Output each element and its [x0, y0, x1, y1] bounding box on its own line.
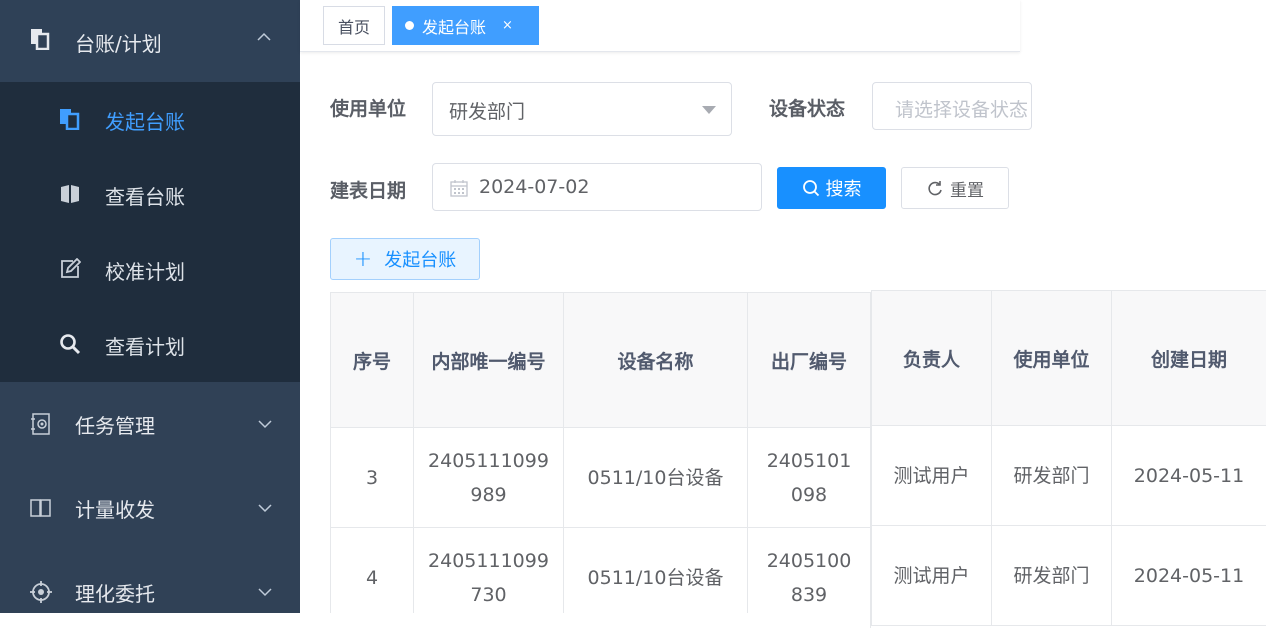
- target-icon: [30, 581, 52, 603]
- sidebar-item-label: 理化委托: [75, 582, 155, 606]
- header-owner: 负责人: [871, 290, 992, 426]
- cell-owner: 测试用户: [871, 425, 992, 526]
- tags-view-bar: 首页 发起台账 ×: [300, 0, 1020, 52]
- submenu: 发起台账 查看台账 校准计划 查看计划: [0, 82, 300, 382]
- cell-unit: 研发部门: [991, 525, 1112, 626]
- status-select-placeholder: 请选择设备状态: [895, 99, 1029, 121]
- cell-owner: 测试用户: [871, 525, 992, 626]
- internal-no-part: 2405111099: [428, 549, 549, 572]
- tag-label: 发起台账: [422, 17, 487, 37]
- caret-down-icon: [702, 106, 716, 114]
- date-value: 2024-07-02: [479, 176, 590, 198]
- tag-start-ledger[interactable]: 发起台账 ×: [392, 6, 539, 45]
- cell-created-date: 2024-05-11: [1111, 525, 1266, 626]
- document-copy-icon: [31, 29, 50, 50]
- sidebar-item-calibration-plan[interactable]: 校准计划: [0, 232, 300, 307]
- open-book-icon: [30, 499, 51, 517]
- factory-no-part: 098: [790, 483, 828, 506]
- factory-no-part: 2405100: [766, 549, 852, 572]
- sidebar-item-label: 查看计划: [105, 335, 185, 359]
- sidebar-item-start-ledger[interactable]: 发起台账: [0, 82, 300, 157]
- add-ledger-label: 发起台账: [384, 250, 457, 271]
- tag-home[interactable]: 首页: [323, 6, 385, 45]
- table-row[interactable]: 测试用户 研发部门 2024-05-11: [871, 425, 1266, 526]
- internal-no-part: 730: [470, 583, 507, 606]
- cell-factory-no: 2405101 098: [747, 427, 871, 528]
- header-seq: 序号: [330, 292, 414, 428]
- task-icon: [31, 413, 50, 435]
- sidebar-item-label: 任务管理: [75, 414, 155, 438]
- table-header-row: 序号 内部唯一编号 设备名称 出厂编号: [330, 292, 871, 428]
- header-created-date: 创建日期: [1111, 290, 1266, 426]
- unit-label: 使用单位: [330, 98, 407, 120]
- calendar-icon: [450, 180, 468, 197]
- close-icon[interactable]: ×: [502, 18, 513, 33]
- book-icon: [61, 185, 79, 203]
- reset-button[interactable]: 重置: [901, 167, 1009, 209]
- unit-select-value: 研发部门: [449, 101, 526, 123]
- sidebar-item-physchem-commission[interactable]: 理化委托: [0, 550, 300, 613]
- ledger-table-left: 序号 内部唯一编号 设备名称 出厂编号 3 2405111099 989 0511…: [330, 292, 871, 628]
- chevron-down-icon: [258, 588, 272, 597]
- sidebar-item-label: 校准计划: [105, 260, 185, 284]
- sidebar-item-view-plan[interactable]: 查看计划: [0, 307, 300, 382]
- search-button[interactable]: 搜索: [777, 167, 886, 209]
- factory-no-part: 839: [790, 583, 828, 606]
- unit-select[interactable]: 研发部门: [432, 82, 732, 136]
- blank-area: [0, 613, 870, 629]
- chevron-down-icon: [258, 420, 272, 429]
- table-row[interactable]: 3 2405111099 989 0511/10台设备 2405101 098: [330, 427, 871, 528]
- active-dot-icon: [405, 21, 414, 30]
- cell-device-name: 0511/10台设备: [563, 427, 748, 528]
- menu-group-ledger-plan[interactable]: 台账/计划: [0, 0, 300, 82]
- document-copy-icon: [60, 109, 80, 130]
- sidebar-item-label: 查看台账: [105, 185, 185, 209]
- cell-seq: 3: [330, 427, 414, 528]
- chevron-up-icon: [257, 32, 271, 41]
- refresh-icon: [928, 181, 942, 196]
- cell-internal-no: 2405111099 989: [413, 427, 564, 528]
- edit-icon: [61, 258, 81, 278]
- internal-no-part: 989: [470, 483, 507, 506]
- sidebar-item-metering-send-receive[interactable]: 计量收发: [0, 466, 300, 550]
- status-select[interactable]: 请选择设备状态: [872, 82, 1032, 130]
- header-unit: 使用单位: [991, 290, 1112, 426]
- table-header-row: 负责人 使用单位 创建日期: [871, 290, 1266, 426]
- search-icon: [802, 180, 819, 197]
- status-label: 设备状态: [769, 98, 846, 120]
- add-ledger-button[interactable]: + 发起台账: [330, 238, 480, 280]
- cell-unit: 研发部门: [991, 425, 1112, 526]
- table-row[interactable]: 测试用户 研发部门 2024-05-11: [871, 525, 1266, 626]
- search-button-label: 搜索: [825, 179, 862, 200]
- factory-no-part: 2405101: [766, 449, 852, 472]
- sidebar-item-view-ledger[interactable]: 查看台账: [0, 157, 300, 232]
- sidebar-item-label: 发起台账: [105, 110, 185, 134]
- search-icon: [60, 334, 81, 355]
- plus-icon: +: [353, 246, 373, 272]
- internal-no-part: 2405111099: [428, 449, 549, 472]
- ledger-table-right: 负责人 使用单位 创建日期 测试用户 研发部门 2024-05-11 测试用户 …: [871, 290, 1266, 626]
- sidebar-item-label: 计量收发: [75, 498, 155, 522]
- header-internal-no: 内部唯一编号: [413, 292, 564, 428]
- date-label: 建表日期: [330, 180, 407, 202]
- sidebar: 台账/计划 发起台账 查看台账 校准计划 查看计划 任务管理 计量收发 理化委托: [0, 0, 300, 613]
- menu-group-label: 台账/计划: [75, 32, 162, 56]
- header-factory-no: 出厂编号: [747, 292, 871, 428]
- reset-button-label: 重置: [950, 180, 984, 201]
- date-picker[interactable]: 2024-07-02: [432, 163, 762, 211]
- cell-created-date: 2024-05-11: [1111, 425, 1266, 526]
- sidebar-item-task-management[interactable]: 任务管理: [0, 382, 300, 466]
- chevron-down-icon: [258, 504, 272, 513]
- header-device-name: 设备名称: [563, 292, 748, 428]
